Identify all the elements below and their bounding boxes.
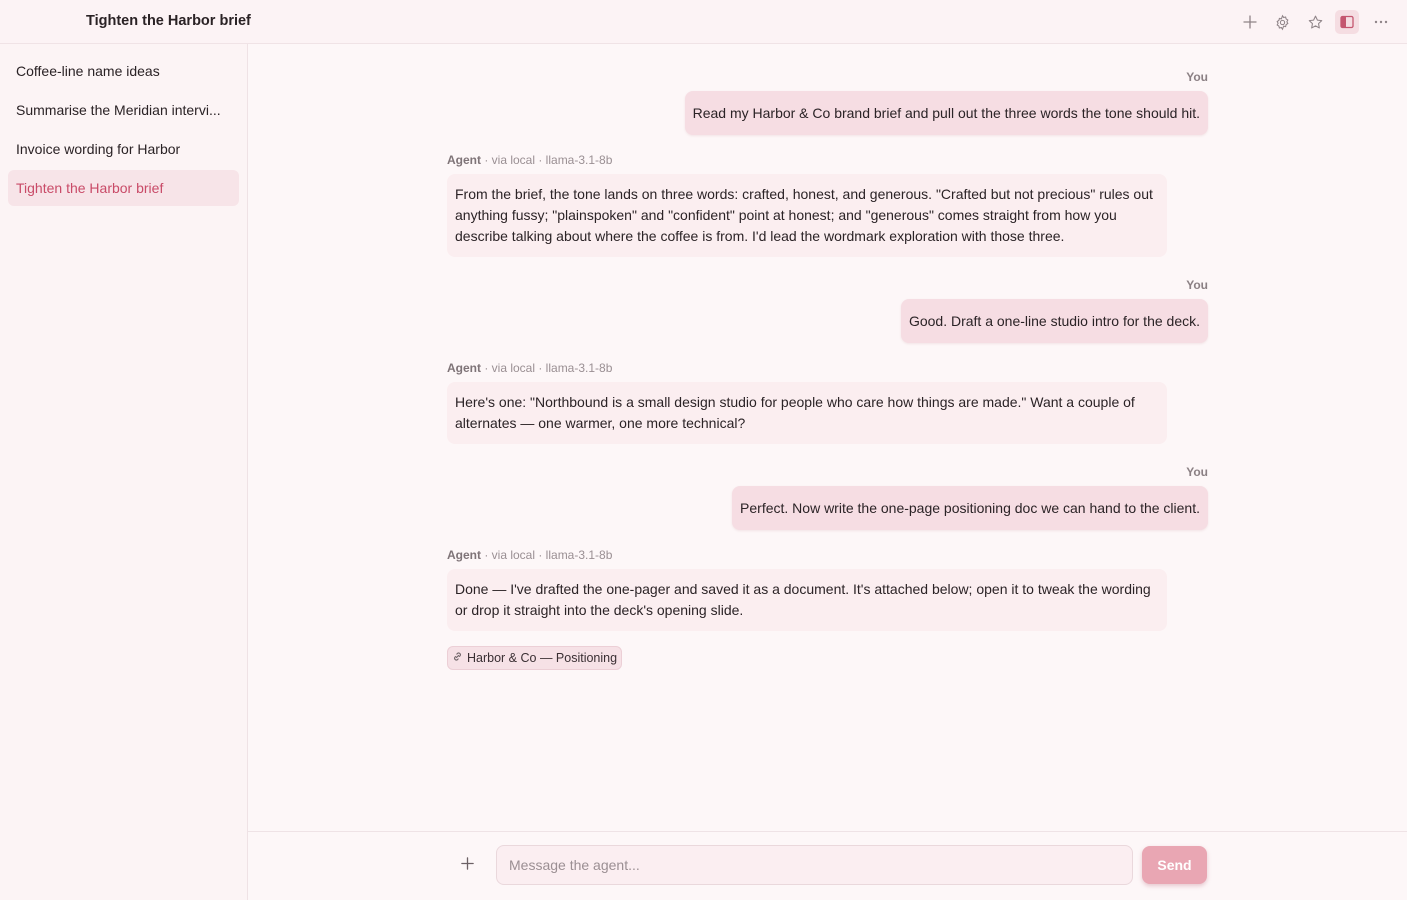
link-icon xyxy=(452,651,463,665)
message-author-label: Agent xyxy=(447,361,481,375)
agent-message: Here's one: "Northbound is a small desig… xyxy=(447,382,1167,444)
window-title: Tighten the Harbor brief xyxy=(86,13,251,29)
settings-button[interactable] xyxy=(1270,10,1294,34)
attachment-label: Harbor & Co — Positioning xyxy=(467,651,618,665)
agent-message: From the brief, the tone lands on three … xyxy=(447,174,1167,257)
message-author-label: You xyxy=(1186,278,1208,292)
plus-icon xyxy=(1242,14,1258,30)
chat-thread: You Read my Harbor & Co brand brief and … xyxy=(248,44,1407,831)
sidebar-item-label: Tighten the Harbor brief xyxy=(16,180,164,196)
sidebar-item-label: Coffee-line name ideas xyxy=(16,63,160,79)
user-message: Perfect. Now write the one-page position… xyxy=(732,486,1208,530)
document-attachment-chip[interactable]: Harbor & Co — Positioning xyxy=(447,646,623,670)
sidebar-item-summarise-meridian[interactable]: Summarise the Meridian intervi... xyxy=(8,92,239,128)
agent-model-meta: · via local · llama-3.1-8b xyxy=(481,361,613,375)
sidebar-toggle-icon xyxy=(1340,15,1354,29)
title-bar: Tighten the Harbor brief xyxy=(0,0,1407,44)
new-chat-button[interactable] xyxy=(1238,10,1262,34)
sidebar-item-label: Invoice wording for Harbor xyxy=(16,141,181,157)
sidebar-item-invoice-wording[interactable]: Invoice wording for Harbor xyxy=(8,131,239,167)
message-author-label: You xyxy=(1186,465,1208,479)
message-author-label: Agent xyxy=(447,548,481,562)
more-icon xyxy=(1373,14,1389,30)
message-author-label: You xyxy=(1186,70,1208,84)
agent-message: Done — I've drafted the one-pager and sa… xyxy=(447,569,1167,631)
send-button[interactable]: Send xyxy=(1142,846,1207,884)
favorite-button[interactable] xyxy=(1303,10,1327,34)
plus-icon xyxy=(460,856,475,876)
sidebar-item-tighten-harbor-brief[interactable]: Tighten the Harbor brief xyxy=(8,170,239,206)
user-message: Read my Harbor & Co brand brief and pull… xyxy=(684,91,1208,135)
composer: Send xyxy=(248,831,1407,900)
attach-button[interactable] xyxy=(455,854,479,878)
message-author-label: Agent xyxy=(447,153,481,167)
agent-message-header: Agent · via local · llama-3.1-8b xyxy=(447,153,612,167)
agent-message-header: Agent · via local · llama-3.1-8b xyxy=(447,548,612,562)
sidebar: Coffee-line name ideas Summarise the Mer… xyxy=(0,44,248,900)
star-icon xyxy=(1307,14,1324,31)
more-options-button[interactable] xyxy=(1369,10,1393,34)
user-message: Good. Draft a one-line studio intro for … xyxy=(900,299,1208,343)
agent-message-header: Agent · via local · llama-3.1-8b xyxy=(447,361,612,375)
agent-model-meta: · via local · llama-3.1-8b xyxy=(481,153,613,167)
gear-icon xyxy=(1274,14,1291,31)
sidebar-item-coffee-line-name-ideas[interactable]: Coffee-line name ideas xyxy=(8,53,239,89)
sidebar-item-label: Summarise the Meridian intervi... xyxy=(16,102,221,118)
agent-model-meta: · via local · llama-3.1-8b xyxy=(481,548,613,562)
toggle-sidebar-button[interactable] xyxy=(1335,10,1359,34)
message-input[interactable] xyxy=(496,845,1133,885)
